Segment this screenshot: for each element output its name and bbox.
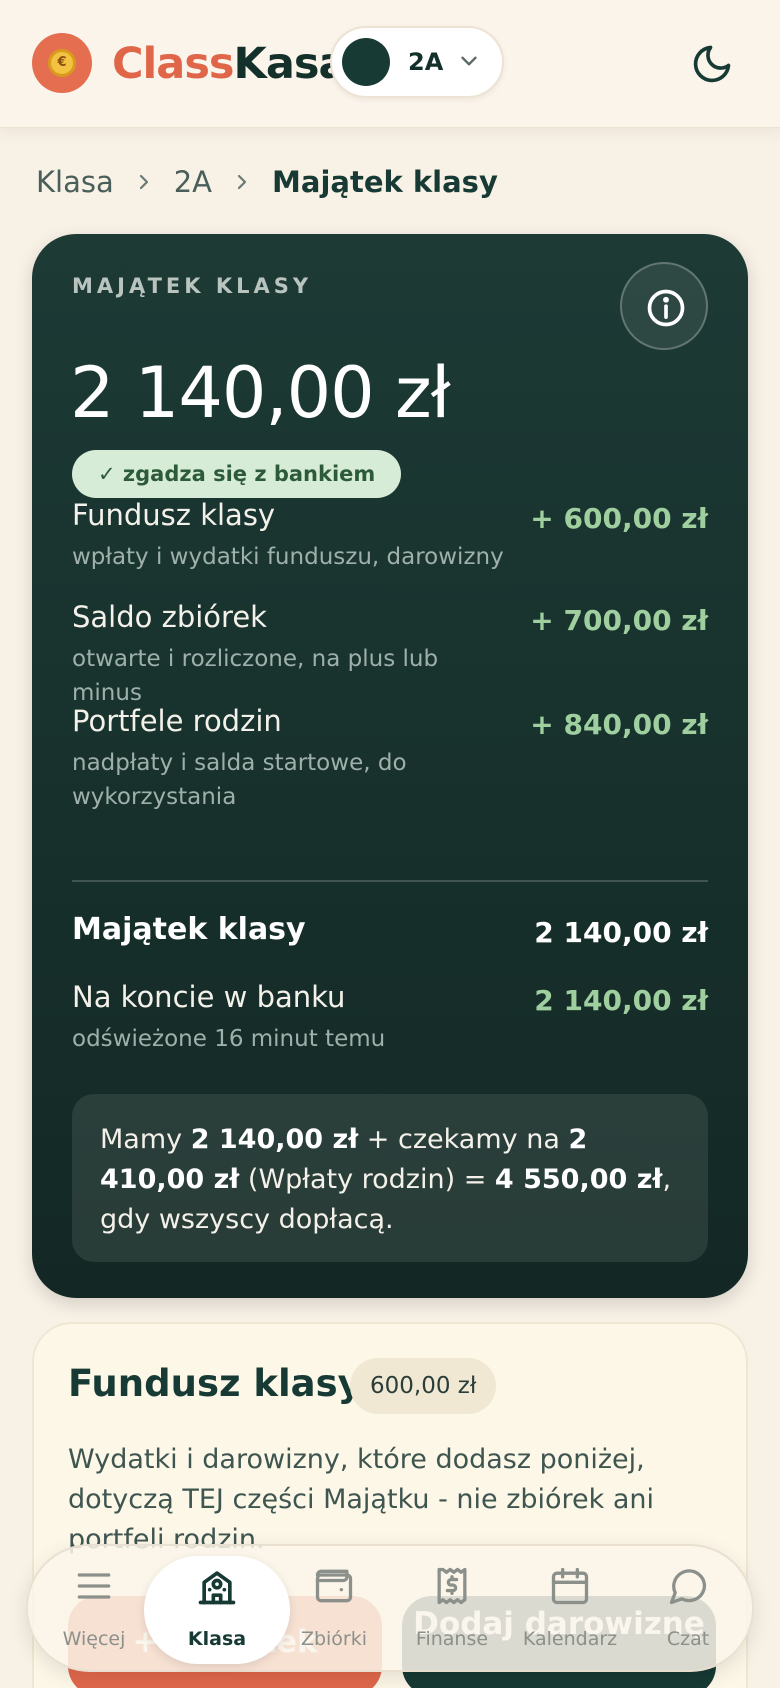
chat-icon [669, 1569, 707, 1605]
nav-item-finance[interactable]: Finanse [396, 1546, 508, 1674]
nav-item-more[interactable]: Więcej [38, 1546, 150, 1674]
assets-summary: Mamy 2 140,00 zł + czekamy na 2 410,00 z… [72, 1094, 708, 1262]
bottom-navigation: Więcej Klasa Zbiórki Finanse Kalendarz C… [26, 1544, 754, 1672]
summary-text: + czekamy na [358, 1124, 569, 1155]
assets-row-bank: Na koncie w banku odświeżone 16 minut te… [72, 980, 708, 1056]
breadcrumb-item-current: Majątek klasy [272, 165, 498, 199]
total-value: 2 140,00 zł [534, 916, 708, 949]
row-value: + 700,00 zł [530, 604, 708, 637]
bank-value: 2 140,00 zł [534, 984, 708, 1017]
fund-description: Wydatki i darowizny, które dodasz poniże… [68, 1444, 655, 1555]
nav-label: Czat [666, 1628, 710, 1650]
breadcrumb: Klasa 2A Majątek klasy [36, 160, 498, 204]
class-selector-label: 2A [408, 48, 444, 76]
nav-label: Klasa [187, 1628, 247, 1650]
row-subtitle: otwarte i rozliczone, na plus lub minus [72, 646, 439, 706]
wallet-icon [315, 1569, 353, 1603]
row-value: + 600,00 zł [530, 502, 708, 535]
summary-text: Mamy [100, 1124, 191, 1155]
nav-label: Zbiórki [300, 1628, 368, 1650]
nav-label: Kalendarz [522, 1628, 618, 1650]
menu-icon [77, 1573, 111, 1599]
divider [72, 880, 708, 882]
row-subtitle: wpłaty i wydatki funduszu, darowizny [72, 544, 504, 570]
brand-part-1: Class [112, 39, 235, 89]
class-avatar [342, 38, 390, 86]
moon-icon[interactable] [690, 42, 734, 86]
row-value: + 840,00 zł [530, 708, 708, 741]
coin-icon: € [48, 49, 76, 77]
row-subtitle: nadpłaty i salda startowe, do wykorzysta… [72, 750, 407, 810]
assets-row-collections: Saldo zbiórek otwarte i rozliczone, na p… [72, 600, 708, 710]
nav-item-class[interactable]: Klasa [161, 1546, 273, 1674]
breadcrumb-item-klasa[interactable]: Klasa [36, 165, 114, 199]
summary-amount-now: 2 140,00 zł [190, 1124, 359, 1155]
nav-item-collections[interactable]: Zbiórki [278, 1546, 390, 1674]
card-kicker: MAJĄTEK KLASY [72, 274, 313, 298]
summary-text: (Wpłaty rodzin) = [239, 1164, 495, 1195]
assets-row-fund: Fundusz klasy wpłaty i wydatki funduszu,… [72, 498, 708, 574]
brand-name: ClassKasa [112, 36, 347, 92]
logo-icon[interactable]: € [32, 33, 92, 93]
assets-row-wallets: Portfele rodzin nadpłaty i salda startow… [72, 704, 708, 814]
app-header: € ClassKasa 2A [0, 0, 780, 128]
class-selector[interactable]: 2A [330, 26, 504, 98]
info-icon [647, 289, 685, 327]
chevron-right-icon [139, 174, 148, 190]
receipt-dollar-icon [437, 1567, 467, 1605]
bank-match-badge: ✓ zgadza się z bankiem [72, 450, 402, 498]
chevron-right-icon [237, 174, 247, 190]
nav-item-calendar[interactable]: Kalendarz [514, 1546, 626, 1674]
bank-refresh-time: odświeżone 16 minut temu [72, 1026, 386, 1052]
breadcrumb-item-class[interactable]: 2A [174, 165, 212, 199]
fund-title: Fundusz klasy [68, 1362, 362, 1405]
calendar-icon [551, 1567, 589, 1605]
chevron-down-icon [461, 56, 477, 66]
nav-label: Finanse [415, 1628, 489, 1650]
school-icon [198, 1571, 236, 1605]
fund-balance-chip: 600,00 zł [350, 1358, 497, 1414]
class-assets-card: MAJĄTEK KLASY 2 140,00 zł ✓ zgadza się z… [32, 234, 748, 1298]
info-button[interactable] [620, 262, 708, 350]
nav-label: Więcej [62, 1628, 126, 1650]
assets-total-amount: 2 140,00 zł [70, 352, 451, 434]
nav-item-chat[interactable]: Czat [632, 1546, 744, 1674]
summary-amount-total: 4 550,00 zł [494, 1164, 663, 1195]
assets-row-total: Majątek klasy 2 140,00 zł [72, 912, 708, 949]
